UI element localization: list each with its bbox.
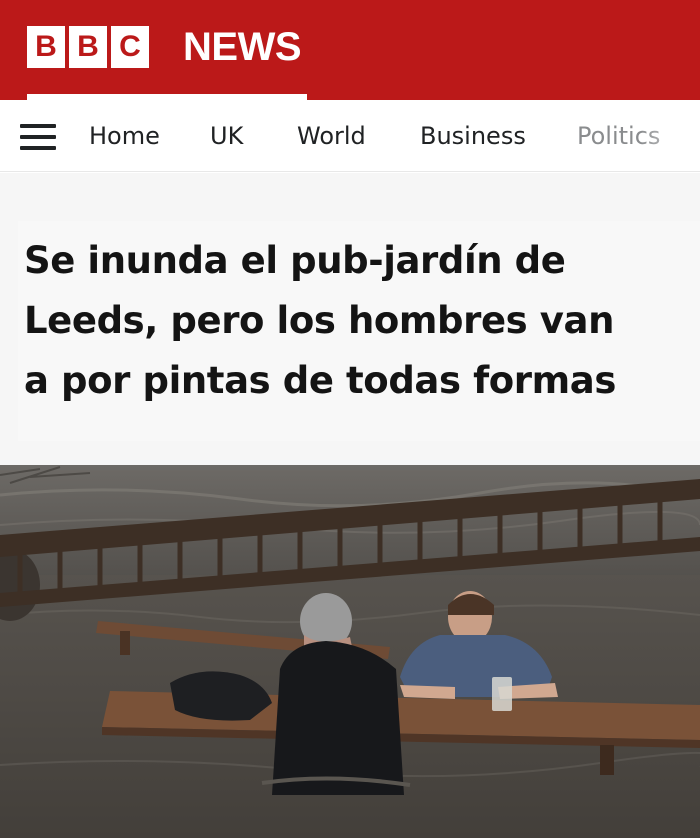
bbc-logo-letter-b1: B — [27, 26, 65, 68]
nav-item-business[interactable]: Business — [420, 118, 526, 154]
primary-navigation: Home UK World Business Politics — [0, 100, 700, 172]
menu-icon-bar — [20, 135, 56, 139]
bbc-logo[interactable]: B B C — [27, 26, 149, 68]
menu-icon-bar — [20, 124, 56, 128]
nav-item-home[interactable]: Home — [89, 118, 160, 154]
article-headline: Se inunda el pub-jardín de Leeds, pero l… — [24, 231, 684, 411]
bbc-logo-letter-b2: B — [69, 26, 107, 68]
headline-line-2: Leeds, pero los hombres van — [24, 299, 615, 342]
headline-section: Se inunda el pub-jardín de Leeds, pero l… — [0, 173, 700, 465]
nav-item-politics[interactable]: Politics — [577, 118, 660, 154]
flooded-pub-garden-image — [0, 465, 700, 838]
nav-item-world[interactable]: World — [297, 118, 366, 154]
headline-line-3: a por pintas de todas formas — [24, 359, 616, 402]
bbc-logo-letter-c: C — [111, 26, 149, 68]
masthead: B B C NEWS — [0, 0, 700, 100]
headline-line-1: Se inunda el pub-jardín de — [24, 239, 566, 282]
nav-item-uk[interactable]: UK — [210, 118, 243, 154]
news-wordmark[interactable]: NEWS — [183, 22, 302, 72]
article-photo — [0, 465, 700, 838]
menu-icon-bar — [20, 146, 56, 150]
hamburger-menu-icon[interactable] — [20, 124, 56, 150]
